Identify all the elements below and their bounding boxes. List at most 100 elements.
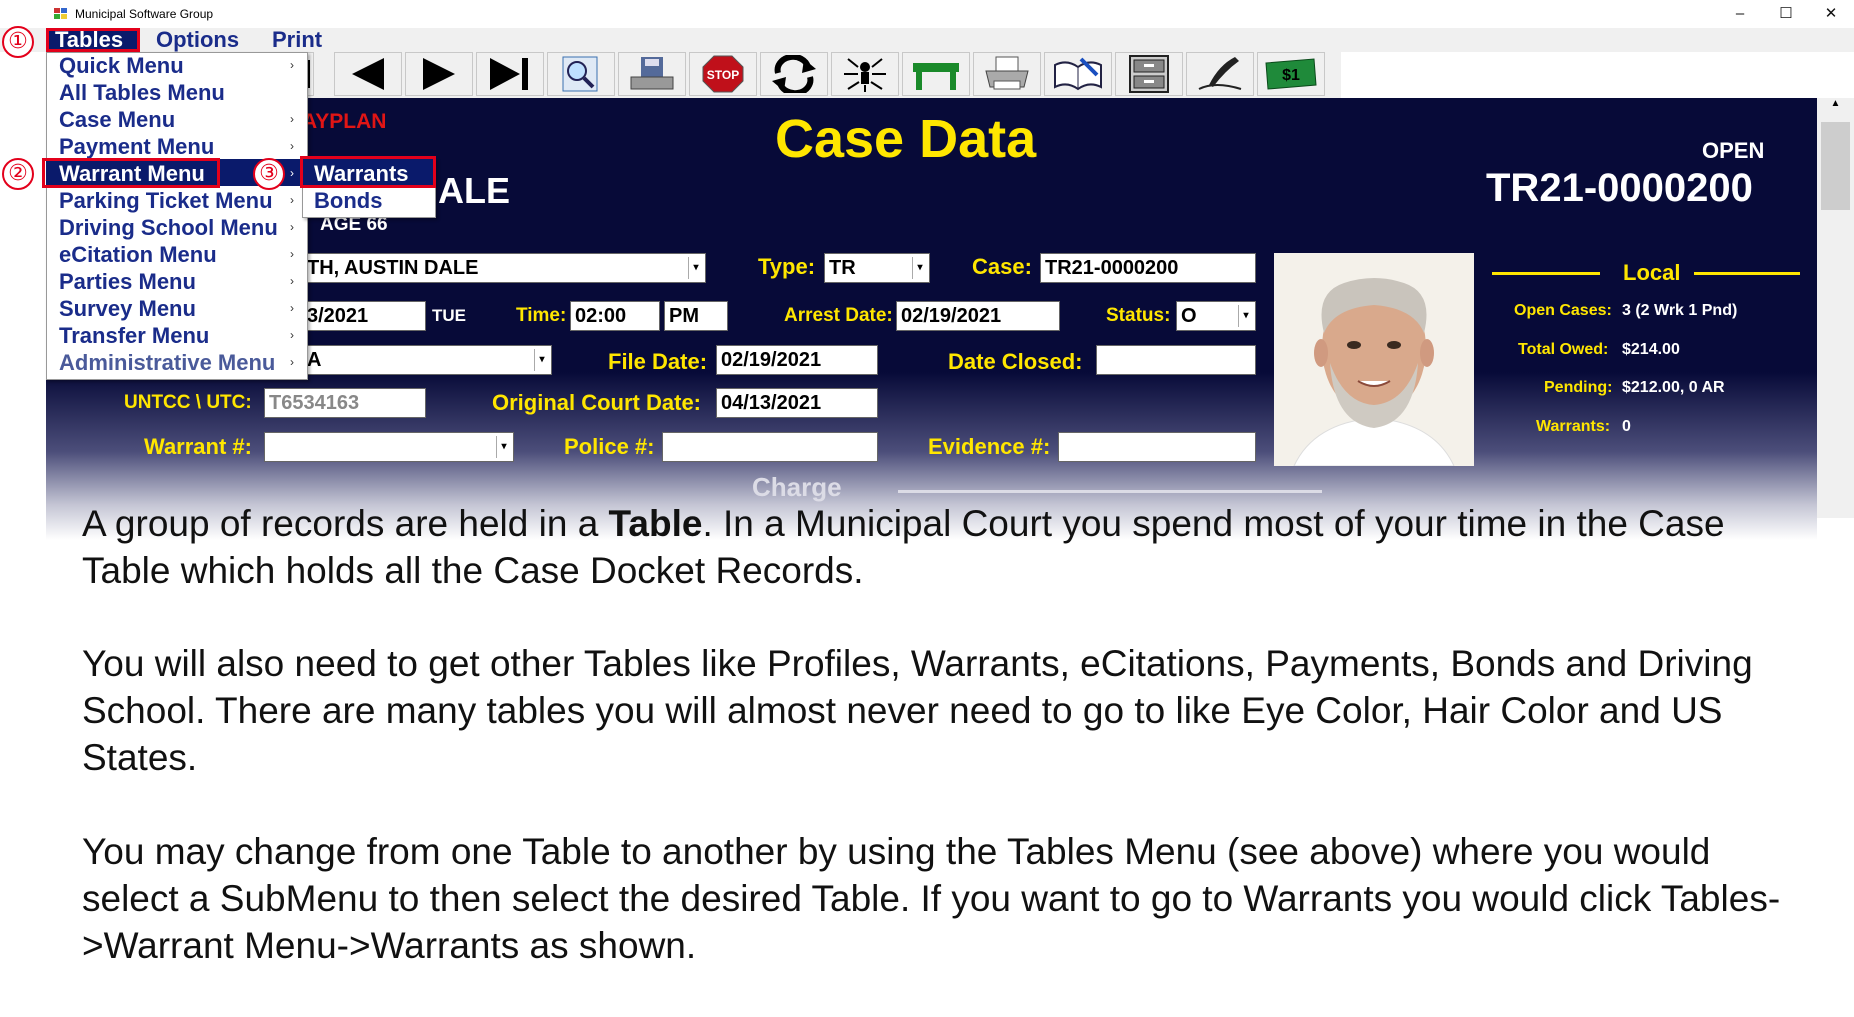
- last-button[interactable]: [476, 52, 544, 96]
- scroll-thumb[interactable]: [1821, 122, 1850, 210]
- case-number-heading: TR21-0000200: [1486, 166, 1753, 210]
- arrest-date-field[interactable]: 02/19/2021: [896, 301, 1060, 331]
- original-court-date-label: Original Court Date:: [492, 390, 702, 415]
- pending-value: $212.00, 0 AR: [1622, 379, 1725, 396]
- search-button[interactable]: [547, 52, 615, 96]
- time-label: Time:: [516, 305, 567, 326]
- prev-button[interactable]: [334, 52, 402, 96]
- police-number-field[interactable]: [662, 432, 878, 462]
- chevron-down-icon[interactable]: ▾: [912, 257, 927, 279]
- search-icon: [562, 56, 598, 92]
- court-date-field[interactable]: 3/2021: [302, 301, 426, 331]
- menu-item-survey[interactable]: Survey Menu: [59, 295, 196, 322]
- chevron-down-icon[interactable]: ▾: [534, 349, 549, 371]
- warrant-menu-highlight-box: [42, 158, 220, 188]
- menu-tables[interactable]: Tables: [46, 28, 140, 52]
- payment-button[interactable]: $1: [1257, 52, 1325, 96]
- sign-button[interactable]: [1186, 52, 1254, 96]
- network-button[interactable]: [831, 52, 899, 96]
- step-2-marker: ②: [2, 158, 34, 190]
- ampm-field[interactable]: PM: [664, 301, 728, 331]
- print-button[interactable]: [973, 52, 1041, 96]
- submenu-chevron-icon: ›: [290, 139, 294, 153]
- app-icon: [54, 8, 67, 19]
- scroll-up-icon[interactable]: ▲: [1817, 98, 1854, 114]
- next-button[interactable]: [405, 52, 473, 96]
- open-cases-label: Open Cases:: [1514, 302, 1612, 319]
- book-button[interactable]: [1044, 52, 1112, 96]
- chevron-down-icon[interactable]: ▾: [688, 257, 703, 279]
- warrants-count-value: 0: [1622, 418, 1631, 435]
- menu-item-parties[interactable]: Parties Menu: [59, 268, 196, 295]
- submenu-chevron-icon: ›: [290, 220, 294, 234]
- original-court-date-field[interactable]: 04/13/2021: [716, 388, 878, 418]
- menu-item-ecitation[interactable]: eCitation Menu: [59, 241, 217, 268]
- table-button[interactable]: [902, 52, 970, 96]
- menu-item-administrative[interactable]: Administrative Menu: [59, 349, 275, 376]
- type-select[interactable]: TR ▾: [824, 253, 930, 283]
- menu-item-all-tables[interactable]: All Tables Menu: [59, 79, 225, 106]
- time-field[interactable]: 02:00: [570, 301, 660, 331]
- evidence-number-label: Evidence #:: [928, 434, 1051, 459]
- prev-icon: [352, 58, 384, 90]
- police-number-label: Police #:: [564, 434, 655, 459]
- window-title: Municipal Software Group: [75, 7, 214, 21]
- stop-button[interactable]: STOP: [689, 52, 757, 96]
- status-select[interactable]: O ▾: [1176, 301, 1256, 331]
- submenu-chevron-icon: ›: [290, 166, 294, 180]
- svg-text:$1: $1: [1282, 67, 1300, 84]
- warrants-highlight-box: [300, 156, 436, 188]
- case-label: Case:: [972, 254, 1032, 279]
- status-label: Status:: [1106, 305, 1171, 326]
- refresh-button[interactable]: [760, 52, 828, 96]
- menu-item-parking-ticket[interactable]: Parking Ticket Menu: [59, 187, 273, 214]
- vertical-scrollbar[interactable]: ▲: [1817, 98, 1854, 518]
- defendant-photo: [1274, 253, 1474, 466]
- local-divider-right: [1694, 272, 1800, 275]
- case-status-word: OPEN: [1702, 138, 1765, 163]
- court-select[interactable]: A ▾: [302, 345, 552, 375]
- menu-print[interactable]: Print: [266, 28, 328, 52]
- submenu-chevron-icon: ›: [290, 247, 294, 261]
- menu-options[interactable]: Options: [150, 28, 245, 52]
- status-value: O: [1181, 305, 1197, 327]
- last-icon: [490, 58, 528, 90]
- table-icon: [913, 63, 959, 90]
- cabinet-button[interactable]: [1115, 52, 1183, 96]
- chevron-down-icon[interactable]: ▾: [1238, 305, 1253, 327]
- submenu-item-bonds[interactable]: Bonds: [314, 187, 382, 214]
- menu-item-quick[interactable]: Quick Menu: [59, 52, 184, 79]
- charge-label: Charge: [752, 472, 842, 502]
- person-photo-icon: [1274, 253, 1474, 466]
- paragraph-1-start: A group of records are held in a: [82, 503, 609, 544]
- next-icon: [423, 58, 455, 90]
- warrants-count-label: Warrants:: [1536, 418, 1611, 435]
- paragraph-2: You will also need to get other Tables l…: [82, 643, 1753, 778]
- maximize-button[interactable]: ☐: [1763, 0, 1809, 28]
- party-select[interactable]: TH, AUSTIN DALE ▾: [302, 253, 706, 283]
- title-bar: Municipal Software Group – ☐ ✕: [0, 0, 1854, 28]
- arrest-date-label: Arrest Date:: [784, 305, 893, 326]
- menu-item-driving-school[interactable]: Driving School Menu: [59, 214, 278, 241]
- untcc-field[interactable]: T6534163: [264, 388, 426, 418]
- defendant-name: ALE: [438, 170, 510, 211]
- menu-item-payment[interactable]: Payment Menu: [59, 133, 214, 160]
- summary-title: Local: [1623, 260, 1681, 285]
- save-button[interactable]: [618, 52, 686, 96]
- warrant-number-select[interactable]: ▾: [264, 432, 514, 462]
- payplan-label: AYPLAN: [302, 110, 387, 133]
- minimize-button[interactable]: –: [1717, 0, 1763, 28]
- file-date-field[interactable]: 02/19/2021: [716, 345, 878, 375]
- untcc-label: UNTCC \ UTC:: [124, 392, 252, 413]
- stop-icon: STOP: [702, 55, 744, 93]
- case-field[interactable]: TR21-0000200: [1040, 253, 1256, 283]
- date-closed-field[interactable]: [1096, 345, 1256, 375]
- date-closed-label: Date Closed:: [948, 349, 1083, 374]
- evidence-number-field[interactable]: [1058, 432, 1256, 462]
- menu-item-case[interactable]: Case Menu: [59, 106, 175, 133]
- close-button[interactable]: ✕: [1808, 0, 1854, 28]
- submenu-chevron-icon: ›: [290, 193, 294, 207]
- menu-item-transfer[interactable]: Transfer Menu: [59, 322, 209, 349]
- chevron-down-icon[interactable]: ▾: [496, 436, 511, 458]
- book-icon: [1054, 57, 1102, 91]
